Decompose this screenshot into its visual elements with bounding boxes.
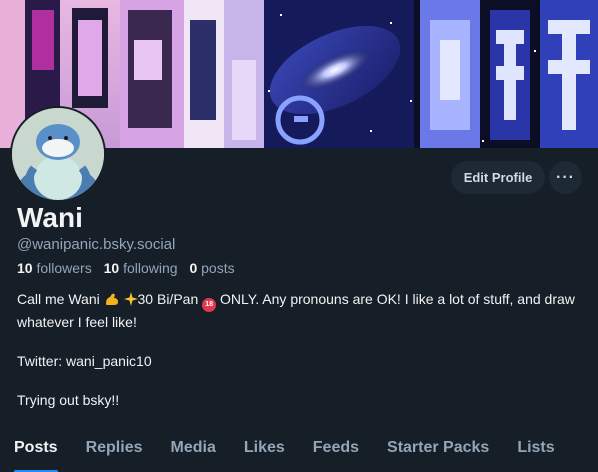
tab-feeds[interactable]: Feeds: [299, 430, 373, 472]
tab-media[interactable]: Media: [157, 430, 230, 472]
flexed-biceps-icon: [104, 291, 120, 312]
bio-text-orientation: 30 Bi/Pan: [137, 291, 199, 307]
sparkles-icon: [123, 291, 138, 312]
followers-label: followers: [36, 260, 92, 276]
posts-count: 0: [189, 260, 198, 276]
bio-twitter: Twitter: wani_panic10: [17, 353, 152, 369]
profile-stats: 10 followers 10 following 0 posts: [17, 260, 243, 276]
profile-handle[interactable]: @wanipanic.bsky.social: [17, 236, 175, 253]
more-options-button[interactable]: ···: [549, 161, 582, 194]
tab-starter-packs[interactable]: Starter Packs: [373, 430, 503, 472]
no-one-under-18-icon: 18: [202, 298, 217, 312]
profile-bio: Call me Wani 30 Bi/Pan 18 ONLY. Any pron…: [17, 289, 577, 411]
tab-lists[interactable]: Lists: [503, 430, 568, 472]
ellipsis-icon: ···: [556, 168, 575, 186]
edit-profile-label: Edit Profile: [463, 170, 533, 185]
following-count: 10: [103, 260, 120, 276]
bio-paragraph: Call me Wani 30 Bi/Pan 18 ONLY. Any pron…: [17, 289, 577, 333]
avatar[interactable]: [10, 106, 106, 202]
followers-count: 10: [17, 260, 33, 276]
following-stat[interactable]: 10 following: [104, 260, 182, 276]
profile-page: Edit Profile ··· Wani @wanipanic.bsky.so…: [0, 0, 598, 472]
following-label: following: [123, 260, 178, 276]
edit-profile-button[interactable]: Edit Profile: [451, 161, 545, 194]
posts-label: posts: [201, 260, 235, 276]
tab-replies[interactable]: Replies: [72, 430, 157, 472]
tab-posts[interactable]: Posts: [0, 430, 72, 472]
posts-stat: 0 posts: [189, 260, 234, 276]
display-name: Wani: [17, 202, 83, 233]
bio-trying-out: Trying out bsky!!: [17, 392, 120, 408]
avatar-image: [12, 108, 104, 200]
bio-text-pronouns: ONLY. Any pronouns are OK! I like a lot …: [17, 291, 575, 330]
followers-stat[interactable]: 10 followers: [17, 260, 96, 276]
bio-text-intro: Call me Wani: [17, 291, 100, 307]
profile-tabs: Posts Replies Media Likes Feeds Starter …: [0, 430, 598, 472]
tab-likes[interactable]: Likes: [230, 430, 299, 472]
